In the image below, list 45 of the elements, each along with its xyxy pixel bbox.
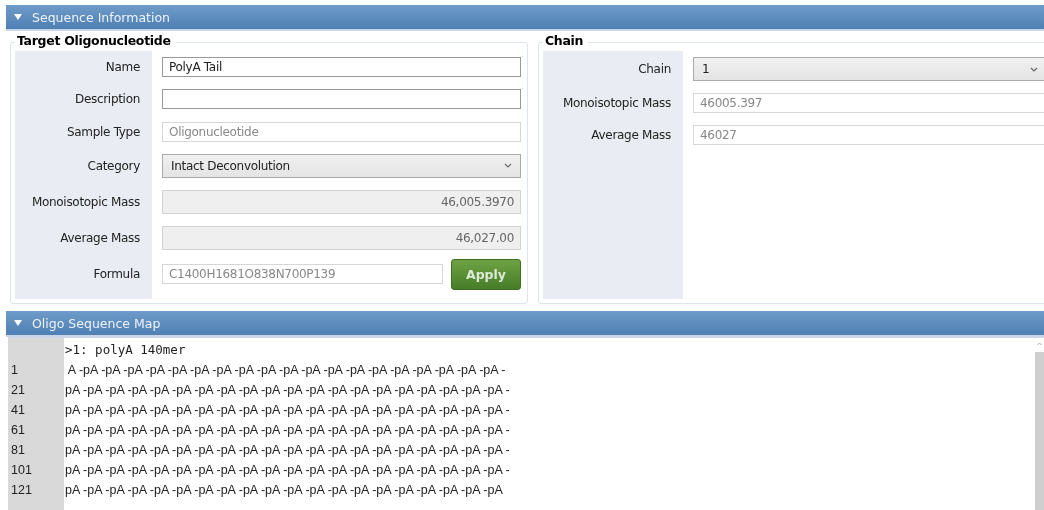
field-label: Category [87,158,140,173]
sequence-line: pA -pA -pA -pA -pA -pA -pA -pA -pA -pA -pA -pA -pA -pA -pA -pA -pA -pA -pA -pA - [65,383,510,397]
collapse-triangle-icon[interactable] [14,13,22,21]
dropdown[interactable]: Intact Deconvolution [162,153,521,178]
field-label: Description [74,92,140,106]
line-number: 81 [11,443,25,457]
text-field[interactable] [162,89,521,109]
field-label: Formula [93,267,140,281]
sequence-line: pA -pA -pA -pA -pA -pA -pA -pA -pA -pA -pA -pA -pA -pA -pA -pA -pA -pA -pA -pA - [65,463,510,477]
group-title: Target Oligonucleotide [15,33,176,48]
sequence-line: pA -pA -pA -pA -pA -pA -pA -pA -pA -pA -pA -pA -pA -pA -pA -pA -pA -pA -pA -pA [65,483,503,497]
field-value: 46005.397 [700,96,763,110]
field-value: C1400H1681O838N700P139 [169,267,336,281]
line-number: 61 [11,423,25,437]
sequence-line: A -pA -pA -pA -pA -pA -pA -pA -pA -pA -pA -pA -pA -pA -pA -pA -pA -pA -pA -pA - [66,363,506,377]
field-label: Name [105,60,140,74]
field-value: 46,005.3970 [440,194,514,209]
dropdown[interactable]: 1 [693,57,1044,81]
sequence-header: >1: polyA 140mer [65,341,187,359]
line-number: 121 [11,483,32,497]
group-title: Chain [543,33,589,48]
field-value: 46027 [700,128,737,142]
dropdown-value: 1 [702,62,710,76]
field-label: Average Mass [591,128,671,142]
field-label: Average Mass [60,231,140,245]
line-number: 1 [11,363,18,377]
field-label: Sample Type [66,124,140,139]
section-title: Oligo Sequence Map [32,315,161,331]
field-value: 46,027.00 [455,231,514,245]
collapse-triangle-icon[interactable] [14,319,22,327]
sequence-line: pA -pA -pA -pA -pA -pA -pA -pA -pA -pA -pA -pA -pA -pA -pA -pA -pA -pA -pA -pA - [65,423,510,437]
field-label: Chain [638,62,671,76]
section-title: Sequence Information [32,9,170,25]
field-label: Monoisotopic Mass [562,96,671,110]
field-label: Monoisotopic Mass [31,194,140,209]
sequence-line: pA -pA -pA -pA -pA -pA -pA -pA -pA -pA -pA -pA -pA -pA -pA -pA -pA -pA -pA -pA - [65,403,510,417]
dropdown-value: Intact Deconvolution [171,158,290,173]
line-number: 41 [11,403,25,417]
sequence-line: pA -pA -pA -pA -pA -pA -pA -pA -pA -pA -pA -pA -pA -pA -pA -pA -pA -pA -pA -pA - [65,443,510,457]
chevron-down-icon [504,163,512,168]
line-number: 21 [11,383,25,397]
line-number: 101 [11,463,32,477]
field-value: PolyA Tail [169,60,222,74]
text-field[interactable]: PolyA Tail [162,57,521,77]
chevron-down-icon [1030,66,1038,72]
